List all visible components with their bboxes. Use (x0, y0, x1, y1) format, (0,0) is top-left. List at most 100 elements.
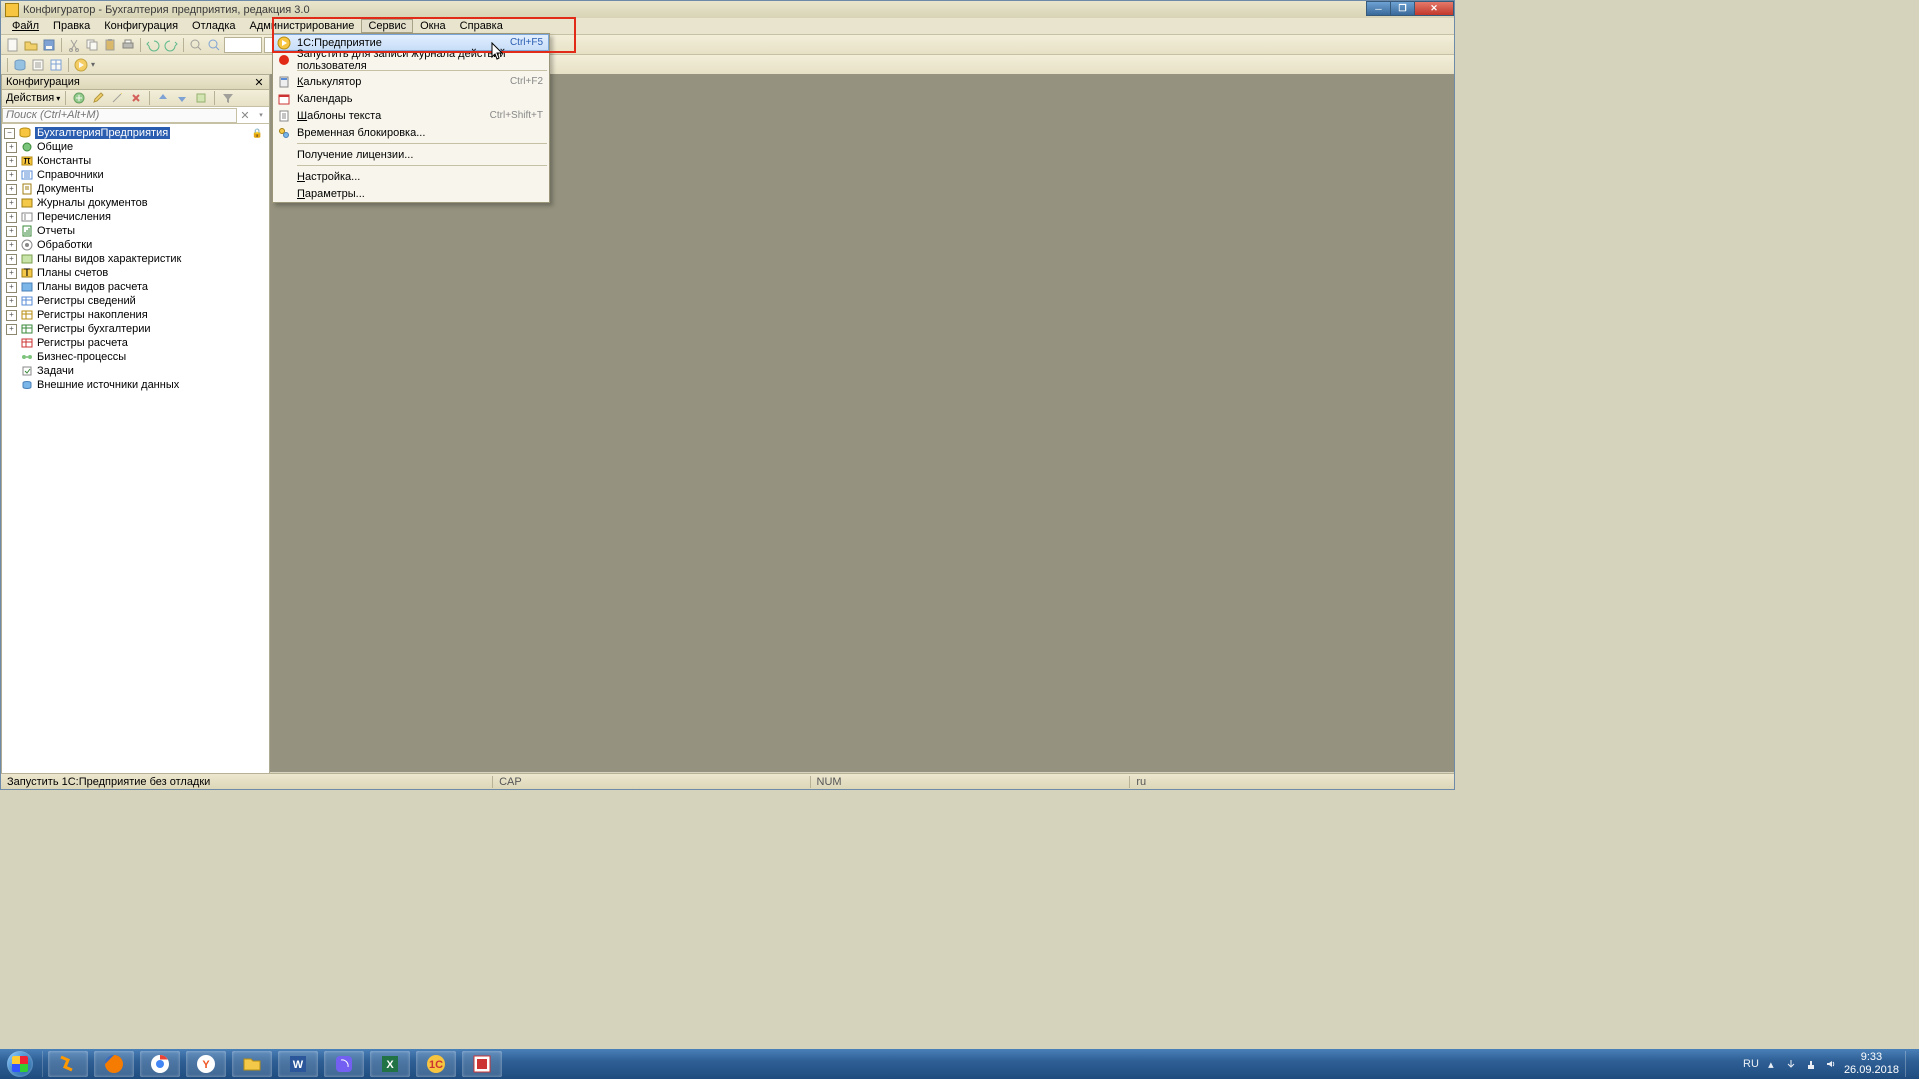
taskbar-item-winamp[interactable] (48, 1051, 88, 1077)
db-icon[interactable] (12, 57, 28, 73)
edit-icon[interactable] (90, 90, 106, 106)
maximize-button[interactable]: ❐ (1390, 1, 1415, 16)
zoom-icon[interactable] (206, 37, 222, 53)
taskbar-item-explorer[interactable] (232, 1051, 272, 1077)
tree-item-tasks[interactable]: Задачи (2, 364, 269, 378)
expand-icon[interactable]: + (6, 296, 17, 307)
expand-icon[interactable]: + (6, 226, 17, 237)
toolbar-search-input[interactable] (224, 37, 262, 53)
move-up-icon[interactable] (155, 90, 171, 106)
taskbar-item-screenshot[interactable] (462, 1051, 502, 1077)
titlebar[interactable]: Конфигуратор - Бухгалтерия предприятия, … (1, 1, 1454, 18)
print-icon[interactable] (120, 37, 136, 53)
close-button[interactable]: ✕ (1414, 1, 1454, 16)
table-icon[interactable] (48, 57, 64, 73)
tray-network-icon[interactable] (1804, 1057, 1818, 1071)
menu-item[interactable]: Параметры... (273, 185, 549, 202)
tree-item-enums[interactable]: +Перечисления (2, 210, 269, 224)
tree-item-journals[interactable]: +Журналы документов (2, 196, 269, 210)
panel-close-button[interactable]: ✕ (253, 76, 265, 88)
expand-icon[interactable]: + (6, 310, 17, 321)
add-icon[interactable] (71, 90, 87, 106)
menu-item[interactable]: Настройка... (273, 168, 549, 185)
start-button[interactable] (0, 1049, 40, 1079)
search-dropdown-icon[interactable]: ▾ (254, 108, 268, 122)
tree-item-bp[interactable]: Бизнес-процессы (2, 350, 269, 364)
minimize-button[interactable]: ─ (1366, 1, 1391, 16)
cut-icon[interactable] (66, 37, 82, 53)
expand-icon[interactable]: + (6, 156, 17, 167)
tree-item-plans-char[interactable]: +Планы видов характеристик (2, 252, 269, 266)
menu-edit[interactable]: Правка (46, 19, 97, 33)
tree-item-reg-account[interactable]: +Регистры бухгалтерии (2, 322, 269, 336)
move-down-icon[interactable] (174, 90, 190, 106)
tree-item-catalogs[interactable]: +Справочники (2, 168, 269, 182)
menu-item[interactable]: Временная блокировка... (273, 124, 549, 141)
show-desktop-button[interactable] (1905, 1051, 1913, 1077)
expand-icon[interactable]: + (6, 240, 17, 251)
list-icon[interactable] (30, 57, 46, 73)
save-icon[interactable] (41, 37, 57, 53)
menu-item[interactable]: Запустить для записи журнала действий по… (273, 51, 549, 68)
taskbar-item-yandex[interactable]: Y (186, 1051, 226, 1077)
tree-item-reports[interactable]: +Отчеты (2, 224, 269, 238)
expand-icon[interactable]: + (6, 142, 17, 153)
menu-help[interactable]: Справка (453, 19, 510, 33)
open-icon[interactable] (23, 37, 39, 53)
expand-icon[interactable]: + (6, 212, 17, 223)
taskbar-item-chrome[interactable] (140, 1051, 180, 1077)
menu-item[interactable]: Календарь (273, 90, 549, 107)
tray-volume-icon[interactable] (1824, 1057, 1838, 1071)
delete-icon[interactable] (128, 90, 144, 106)
tree-item-reg-info[interactable]: +Регистры сведений (2, 294, 269, 308)
menu-administration[interactable]: Администрирование (243, 19, 362, 33)
find-icon[interactable] (188, 37, 204, 53)
tray-lang[interactable]: RU (1744, 1057, 1758, 1071)
menu-file[interactable]: Файл (5, 19, 46, 33)
tree-root[interactable]: − БухгалтерияПредприятия 🔒 (2, 126, 269, 140)
copy-icon[interactable] (84, 37, 100, 53)
taskbar-item-firefox[interactable] (94, 1051, 134, 1077)
tree-item-common[interactable]: +Общие (2, 140, 269, 154)
tree-item-plans-calc[interactable]: +Планы видов расчета (2, 280, 269, 294)
new-file-icon[interactable] (5, 37, 21, 53)
tree-item-constants[interactable]: +πКонстанты (2, 154, 269, 168)
redo-icon[interactable] (163, 37, 179, 53)
menu-service[interactable]: Сервис (361, 19, 413, 33)
expand-icon[interactable]: + (6, 254, 17, 265)
dropdown-arrow-icon[interactable]: ▾ (91, 60, 95, 69)
run-icon[interactable] (73, 57, 89, 73)
undo-icon[interactable] (145, 37, 161, 53)
sort-icon[interactable] (193, 90, 209, 106)
menu-item[interactable]: Получение лицензии... (273, 146, 549, 163)
tray-show-hidden-icon[interactable]: ▴ (1764, 1057, 1778, 1071)
expand-icon[interactable]: + (6, 198, 17, 209)
actions-dropdown[interactable]: Действия▾ (6, 92, 60, 104)
taskbar-item-excel[interactable]: X (370, 1051, 410, 1077)
expand-icon[interactable]: + (6, 170, 17, 181)
menu-debug[interactable]: Отладка (185, 19, 242, 33)
menu-item[interactable]: КалькуляторCtrl+F2 (273, 73, 549, 90)
tree-item-reg-accum[interactable]: +Регистры накопления (2, 308, 269, 322)
clear-search-icon[interactable]: ✕ (238, 108, 252, 122)
expand-icon[interactable]: + (6, 184, 17, 195)
tray-clock[interactable]: 9:33 26.09.2018 (1844, 1051, 1899, 1077)
tree-item-external[interactable]: Внешние источники данных (2, 378, 269, 392)
tray-jdownload-icon[interactable] (1784, 1057, 1798, 1071)
taskbar-item-1c[interactable]: 1C (416, 1051, 456, 1077)
panel-search-input[interactable] (2, 108, 237, 123)
tree-item-documents[interactable]: +Документы (2, 182, 269, 196)
expand-icon[interactable]: + (6, 268, 17, 279)
menu-configuration[interactable]: Конфигурация (97, 19, 185, 33)
expand-icon[interactable]: + (6, 282, 17, 293)
taskbar-item-viber[interactable] (324, 1051, 364, 1077)
tree-item-reg-calc[interactable]: Регистры расчета (2, 336, 269, 350)
expand-icon[interactable]: − (4, 128, 15, 139)
expand-icon[interactable]: + (6, 324, 17, 335)
wand-icon[interactable] (109, 90, 125, 106)
paste-icon[interactable] (102, 37, 118, 53)
tree-item-plans-acc[interactable]: +TПланы счетов (2, 266, 269, 280)
menu-item[interactable]: Шаблоны текстаCtrl+Shift+T (273, 107, 549, 124)
tree-item-processors[interactable]: +Обработки (2, 238, 269, 252)
menu-windows[interactable]: Окна (413, 19, 453, 33)
